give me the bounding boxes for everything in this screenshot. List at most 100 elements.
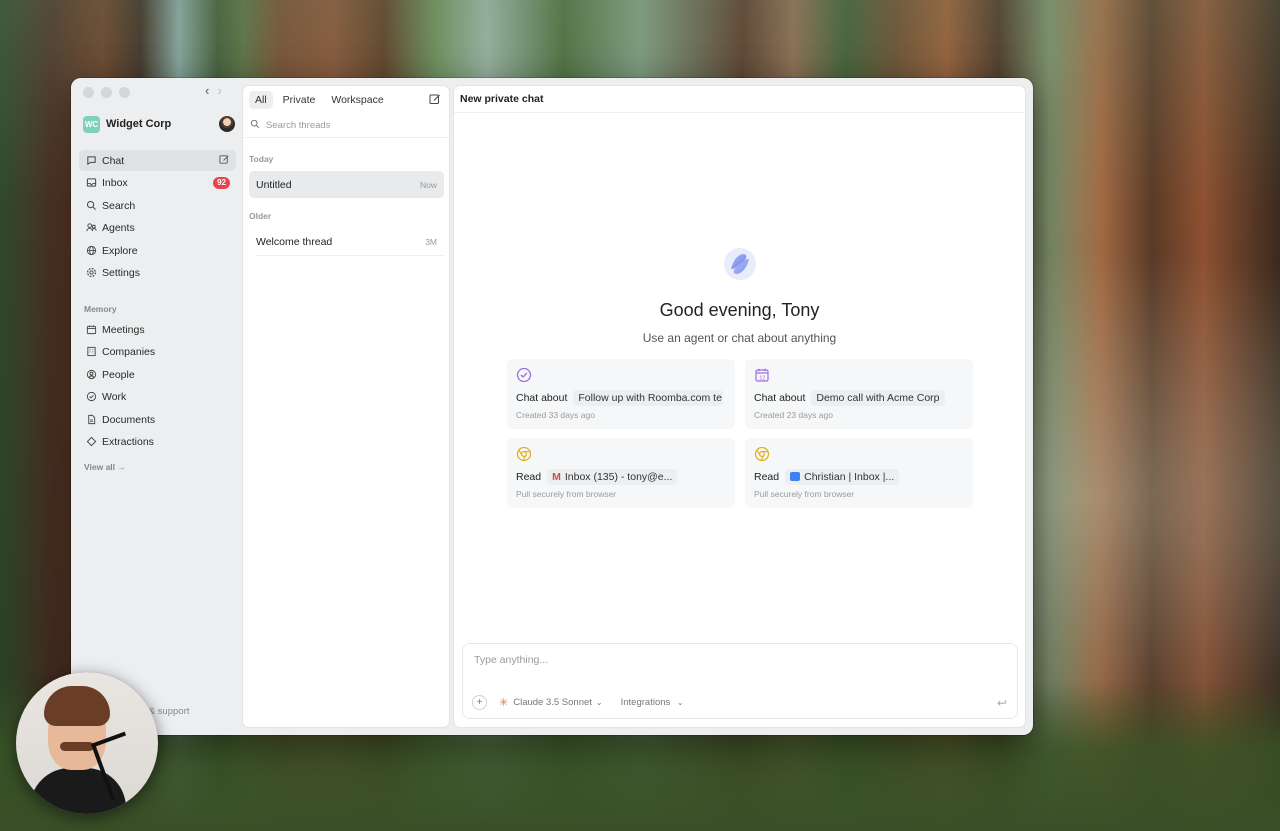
card-meta: Created 33 days ago — [516, 410, 595, 420]
thread-time: 3M — [425, 236, 437, 247]
send-return-icon[interactable]: ↩ — [997, 696, 1007, 710]
tab-private[interactable]: Private — [277, 91, 322, 109]
sidebar-item-label: Search — [102, 199, 136, 212]
sidebar-item-label: Settings — [102, 267, 140, 280]
sidebar-item-settings[interactable]: Settings — [79, 263, 236, 284]
thread-tabs: All Private Workspace — [249, 89, 390, 110]
view-all-link[interactable]: View all → — [84, 462, 126, 472]
suggestion-card[interactable]: Chat about Follow up with Roomba.com te … — [507, 359, 735, 429]
today-group-label: Today — [249, 154, 274, 164]
building-icon — [85, 346, 97, 358]
card-chip-text: Inbox (135) - tony@e... — [564, 471, 673, 483]
document-icon — [85, 414, 97, 426]
card-chip-text: Christian | Inbox |... — [804, 471, 895, 483]
suggestion-card[interactable]: Read M Inbox (135) - tony@e... Pull secur… — [507, 438, 735, 508]
sidebar-item-search[interactable]: Search — [79, 195, 236, 216]
globe-icon — [85, 245, 97, 257]
greeting-subtitle: Use an agent or chat about anything — [642, 331, 837, 345]
card-action: Chat about — [754, 392, 806, 404]
view-all-label: View all — [84, 462, 116, 472]
thread-title: Welcome thread — [256, 235, 333, 248]
minimize-window-button[interactable] — [101, 87, 112, 98]
claude-icon: ✳ — [499, 697, 509, 709]
check-circle-icon — [85, 391, 97, 403]
threads-panel: All Private Workspace Today Untitled Now… — [242, 85, 450, 728]
search-threads-input[interactable] — [266, 120, 436, 131]
webcam-overlay — [16, 672, 158, 814]
chevron-down-icon: ⌄ — [676, 698, 684, 707]
calendar-icon — [85, 324, 97, 336]
avatar[interactable] — [219, 116, 235, 132]
chat-panel: New private chat Good evening, Tony Use … — [453, 85, 1026, 728]
zoom-window-button[interactable] — [119, 87, 130, 98]
sidebar-item-label: Work — [102, 391, 127, 404]
org-switcher[interactable]: WC Widget Corp — [83, 115, 235, 133]
attach-plus-button[interactable]: + — [472, 695, 487, 710]
integrations-selector[interactable]: Integrations ⌄ — [621, 697, 684, 708]
sidebar-item-inbox[interactable]: Inbox 92 — [79, 173, 236, 194]
message-composer: + ✳ Claude 3.5 Sonnet ⌄ Integrations ⌄ ↩ — [462, 643, 1018, 719]
new-chat-icon[interactable] — [219, 154, 230, 168]
model-selector[interactable]: ✳ Claude 3.5 Sonnet ⌄ — [499, 696, 603, 709]
forward-arrow-icon[interactable]: › — [217, 83, 221, 98]
card-meta: Pull securely from browser — [754, 489, 855, 499]
close-window-button[interactable] — [83, 87, 94, 98]
svg-text:12: 12 — [759, 376, 765, 382]
presenter-mustache — [60, 742, 94, 751]
sidebar-item-label: Explore — [102, 244, 138, 257]
gmail-icon: M — [552, 471, 561, 483]
tab-workspace[interactable]: Workspace — [325, 91, 389, 109]
thread-item-welcome[interactable]: Welcome thread 3M — [249, 228, 444, 255]
arrow-right-icon: → — [117, 462, 126, 472]
sidebar-item-label: Meetings — [102, 323, 145, 336]
thread-item-untitled[interactable]: Untitled Now — [249, 171, 444, 198]
sidebar-item-people[interactable]: People — [79, 364, 236, 385]
card-action: Chat about — [516, 392, 568, 404]
thread-divider — [255, 255, 445, 256]
new-thread-icon[interactable] — [429, 93, 441, 108]
thread-title: Untitled — [256, 178, 292, 191]
chat-title: New private chat — [454, 86, 1025, 113]
org-logo: WC — [83, 115, 100, 133]
sidebar-item-extractions[interactable]: Extractions — [79, 432, 236, 453]
sidebar-item-label: People — [102, 368, 135, 381]
app-window: ‹ › WC Widget Corp Chat Inbox 92 Search … — [71, 78, 1033, 735]
back-arrow-icon[interactable]: ‹ — [205, 83, 209, 98]
sidebar-item-companies[interactable]: Companies — [79, 342, 236, 363]
chrome-icon — [754, 446, 964, 464]
greeting-heading: Good evening, Tony — [659, 300, 820, 320]
window-controls — [83, 87, 130, 98]
chrome-icon — [516, 446, 726, 464]
integrations-label: Integrations — [620, 697, 671, 708]
sidebar-item-meetings[interactable]: Meetings — [79, 319, 236, 340]
thread-search — [243, 114, 449, 138]
composer-toolbar: + ✳ Claude 3.5 Sonnet ⌄ Integrations ⌄ ↩ — [472, 695, 1007, 710]
outlook-icon — [790, 472, 801, 481]
sidebar-item-label: Companies — [102, 346, 156, 359]
search-icon — [85, 200, 97, 212]
check-circle-icon — [516, 367, 726, 385]
suggestion-card[interactable]: Read Christian | Inbox |... Pull securel… — [745, 438, 973, 508]
inbox-icon — [85, 177, 97, 189]
sidebar-item-chat[interactable]: Chat — [79, 150, 236, 171]
card-chip: Christian | Inbox |... — [785, 469, 900, 485]
primary-nav: Chat Inbox 92 Search Agents Explore Sett… — [79, 150, 236, 286]
card-chip: Demo call with Acme Corp — [811, 390, 945, 406]
inbox-count-badge: 92 — [213, 177, 230, 190]
sidebar-item-explore[interactable]: Explore — [79, 240, 236, 261]
sidebar-item-agents[interactable]: Agents — [79, 218, 236, 239]
card-action: Read — [516, 471, 542, 483]
history-nav: ‹ › — [205, 83, 222, 98]
message-input[interactable] — [474, 654, 994, 666]
calendar-icon: 12 — [754, 367, 964, 385]
card-chip-text: Demo call with Acme Corp — [816, 392, 940, 404]
card-chip: M Inbox (135) - tony@e... — [547, 469, 678, 485]
sidebar-item-work[interactable]: Work — [79, 387, 236, 408]
memory-section-label: Memory — [84, 304, 117, 314]
sidebar-item-documents[interactable]: Documents — [79, 409, 236, 430]
suggestion-card[interactable]: 12 Chat about Demo call with Acme Corp C… — [745, 359, 973, 429]
sidebar-item-label: Chat — [102, 154, 125, 167]
tab-all[interactable]: All — [249, 90, 273, 109]
chat-icon — [85, 155, 97, 167]
person-icon — [85, 369, 97, 381]
